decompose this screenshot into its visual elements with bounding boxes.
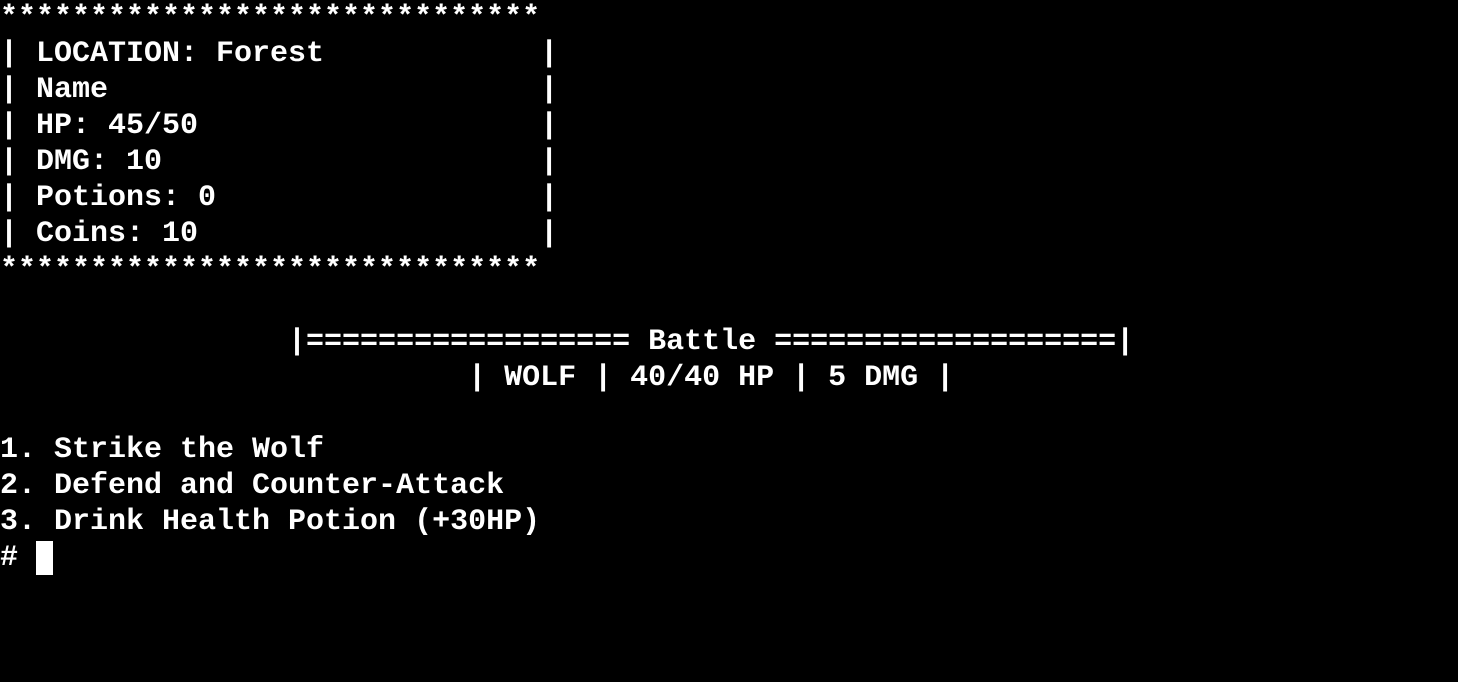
status-border-bottom: ******************************: [0, 253, 541, 287]
terminal-window[interactable]: ****************************** | LOCATIO…: [0, 0, 1458, 682]
status-location: | LOCATION: Forest |: [0, 37, 559, 71]
status-dmg: | DMG: 10 |: [0, 145, 559, 179]
status-name: | Name |: [0, 73, 559, 107]
status-hp: | HP: 45/50 |: [0, 109, 559, 143]
status-potions: | Potions: 0 |: [0, 181, 559, 215]
menu-option-potion[interactable]: 3. Drink Health Potion (+30HP): [0, 504, 540, 540]
text-cursor: [36, 541, 54, 575]
menu-option-defend[interactable]: 2. Defend and Counter-Attack: [0, 468, 504, 504]
battle-header: |================== Battle =============…: [0, 325, 1135, 359]
input-prompt[interactable]: #: [0, 540, 54, 576]
status-border-top: ******************************: [0, 1, 541, 35]
enemy-info: | WOLF | 40/40 HP | 5 DMG |: [0, 361, 955, 395]
menu-option-strike[interactable]: 1. Strike the Wolf: [0, 432, 324, 468]
prompt-symbol: #: [0, 541, 37, 575]
status-coins: | Coins: 10 |: [0, 217, 559, 251]
